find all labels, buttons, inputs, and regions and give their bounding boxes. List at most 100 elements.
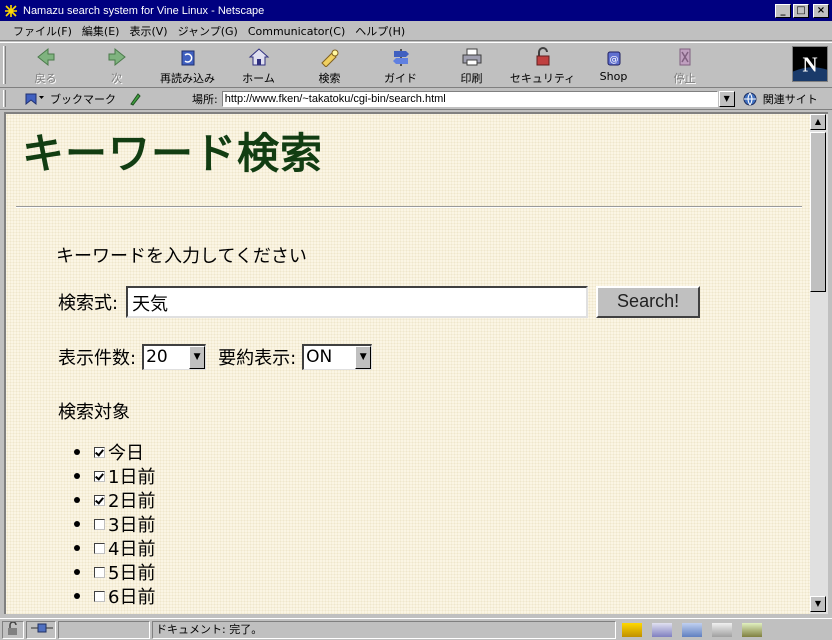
reload-icon: [181, 50, 194, 66]
related-sites-button[interactable]: 関連サイト: [741, 91, 818, 107]
target-label-text: 2日前: [108, 491, 156, 512]
target-list: 今日 1日前 2日前 3日前 4日前 5日前 6日前: [74, 440, 155, 608]
list-item: 5日前: [74, 560, 155, 584]
search-flashlight-icon: [320, 49, 338, 67]
forward-arrow-icon: [108, 47, 126, 67]
reload-button[interactable]: 再読み込み: [152, 43, 223, 87]
search-submit-button[interactable]: Search!: [596, 286, 701, 318]
connection-status-icon: [26, 620, 56, 639]
related-sites-globe-icon: [743, 92, 757, 105]
horizontal-rule: [16, 206, 802, 208]
addressbook-component-icon[interactable]: [712, 622, 732, 637]
summary-select-value: ON: [306, 347, 333, 367]
url-history-dropdown[interactable]: ▼: [718, 90, 735, 107]
menu-bar: ファイル(F) 編集(E) 表示(V) ジャンプ(G) Communicator…: [0, 22, 832, 41]
target-label-text: 5日前: [108, 563, 156, 584]
list-item: 6日前: [74, 584, 155, 608]
security-button[interactable]: セキュリティ: [507, 43, 578, 87]
menu-go[interactable]: ジャンプ(G): [173, 23, 243, 39]
summary-label: 要約表示:: [218, 348, 297, 369]
list-item: 2日前: [74, 488, 155, 512]
query-label: 検索式:: [58, 293, 119, 314]
print-button[interactable]: 印刷: [436, 43, 507, 87]
plug-icon: [31, 623, 53, 632]
security-status-icon[interactable]: [2, 620, 24, 639]
target-checkbox[interactable]: [94, 566, 105, 578]
chevron-down-icon[interactable]: ▼: [189, 346, 206, 369]
list-item: 今日: [74, 440, 155, 464]
close-button[interactable]: ×: [813, 3, 829, 18]
menu-view[interactable]: 表示(V): [124, 23, 172, 39]
count-select[interactable]: 20 ▼: [142, 344, 207, 370]
progress-meter: [58, 620, 150, 639]
menu-edit[interactable]: 編集(E): [77, 23, 125, 39]
printer-icon: [462, 48, 481, 66]
list-item: 3日前: [74, 512, 155, 536]
scroll-up-button[interactable]: ▲: [810, 114, 826, 130]
count-select-value: 20: [146, 347, 168, 367]
bookmarks-label: ブックマーク: [50, 92, 116, 106]
title-bar: Namazu search system for Vine Linux - Ne…: [0, 0, 832, 22]
count-label: 表示件数:: [58, 348, 137, 369]
netscape-app-icon: [3, 2, 19, 19]
navigator-component-icon[interactable]: [622, 622, 642, 637]
open-lock-icon: [8, 621, 17, 635]
list-item: 1日前: [74, 464, 155, 488]
navigation-toolbar: 戻る 次 再読み込み ホーム 検索 ガイド 印刷 セキュリティ @ Shop 停…: [0, 42, 832, 88]
page-heading: キーワード検索: [22, 129, 324, 178]
svg-text:@: @: [609, 55, 618, 65]
guide-button[interactable]: ガイド: [365, 43, 436, 87]
target-checkbox[interactable]: [94, 590, 105, 602]
bookmark-ribbon-icon: [25, 93, 44, 105]
netscape-logo-icon[interactable]: N: [792, 46, 828, 82]
query-row: 検索式: 天気 Search!: [58, 286, 701, 318]
target-label: 検索対象: [58, 402, 130, 423]
status-text: ドキュメント: 完了。: [152, 620, 616, 639]
stop-icon: [679, 48, 690, 66]
toolbar-grip[interactable]: [3, 46, 6, 84]
url-field[interactable]: http://www.fken/~takatoku/cgi-bin/search…: [221, 90, 718, 107]
list-item: 4日前: [74, 536, 155, 560]
forward-button[interactable]: 次: [81, 43, 152, 87]
home-button[interactable]: ホーム: [223, 43, 294, 87]
search-button-toolbar[interactable]: 検索: [294, 43, 365, 87]
target-checkbox[interactable]: [94, 446, 105, 458]
bookmarks-button[interactable]: ブックマーク: [24, 91, 174, 107]
target-label-text: 3日前: [108, 515, 156, 536]
scroll-down-button[interactable]: ▼: [810, 596, 826, 612]
back-button[interactable]: 戻る: [10, 43, 81, 87]
options-row: 表示件数: 20 ▼ 要約表示: ON ▼: [58, 344, 373, 370]
menu-help[interactable]: ヘルプ(H): [350, 23, 410, 39]
menu-communicator[interactable]: Communicator(C): [243, 25, 350, 38]
mail-component-icon[interactable]: [652, 622, 672, 637]
menu-file[interactable]: ファイル(F): [8, 23, 77, 39]
window-title: Namazu search system for Vine Linux - Ne…: [23, 4, 265, 17]
target-checkbox[interactable]: [94, 494, 105, 506]
stop-button[interactable]: 停止: [649, 43, 720, 87]
target-checkbox[interactable]: [94, 542, 105, 554]
composer-component-icon[interactable]: [742, 622, 762, 637]
scroll-thumb[interactable]: [810, 132, 826, 292]
component-bar: [616, 622, 768, 637]
vertical-scrollbar[interactable]: ▲ ▼: [810, 112, 828, 614]
minimize-button[interactable]: _: [775, 3, 791, 18]
shop-button[interactable]: @ Shop: [578, 43, 649, 87]
summary-select[interactable]: ON ▼: [302, 344, 373, 370]
page-content: キーワード検索 キーワードを入力してください 検索式: 天気 Search! 表…: [4, 112, 810, 614]
location-label: 場所:: [192, 92, 218, 106]
target-label-text: 6日前: [108, 587, 156, 608]
target-label-text: 4日前: [108, 539, 156, 560]
target-checkbox[interactable]: [94, 518, 105, 530]
page-proxy-icon[interactable]: [128, 92, 142, 106]
discussions-component-icon[interactable]: [682, 622, 702, 637]
query-input[interactable]: 天気: [126, 286, 589, 318]
home-icon: [248, 48, 269, 66]
guide-signpost-icon: [392, 49, 409, 66]
target-label-text: 今日: [108, 443, 144, 464]
chevron-down-icon[interactable]: ▼: [355, 346, 372, 369]
padlock-icon: [536, 47, 549, 66]
location-grip[interactable]: [3, 90, 6, 107]
target-checkbox[interactable]: [94, 470, 105, 482]
status-bar: ドキュメント: 完了。: [0, 618, 832, 640]
maximize-button[interactable]: □: [793, 3, 809, 18]
